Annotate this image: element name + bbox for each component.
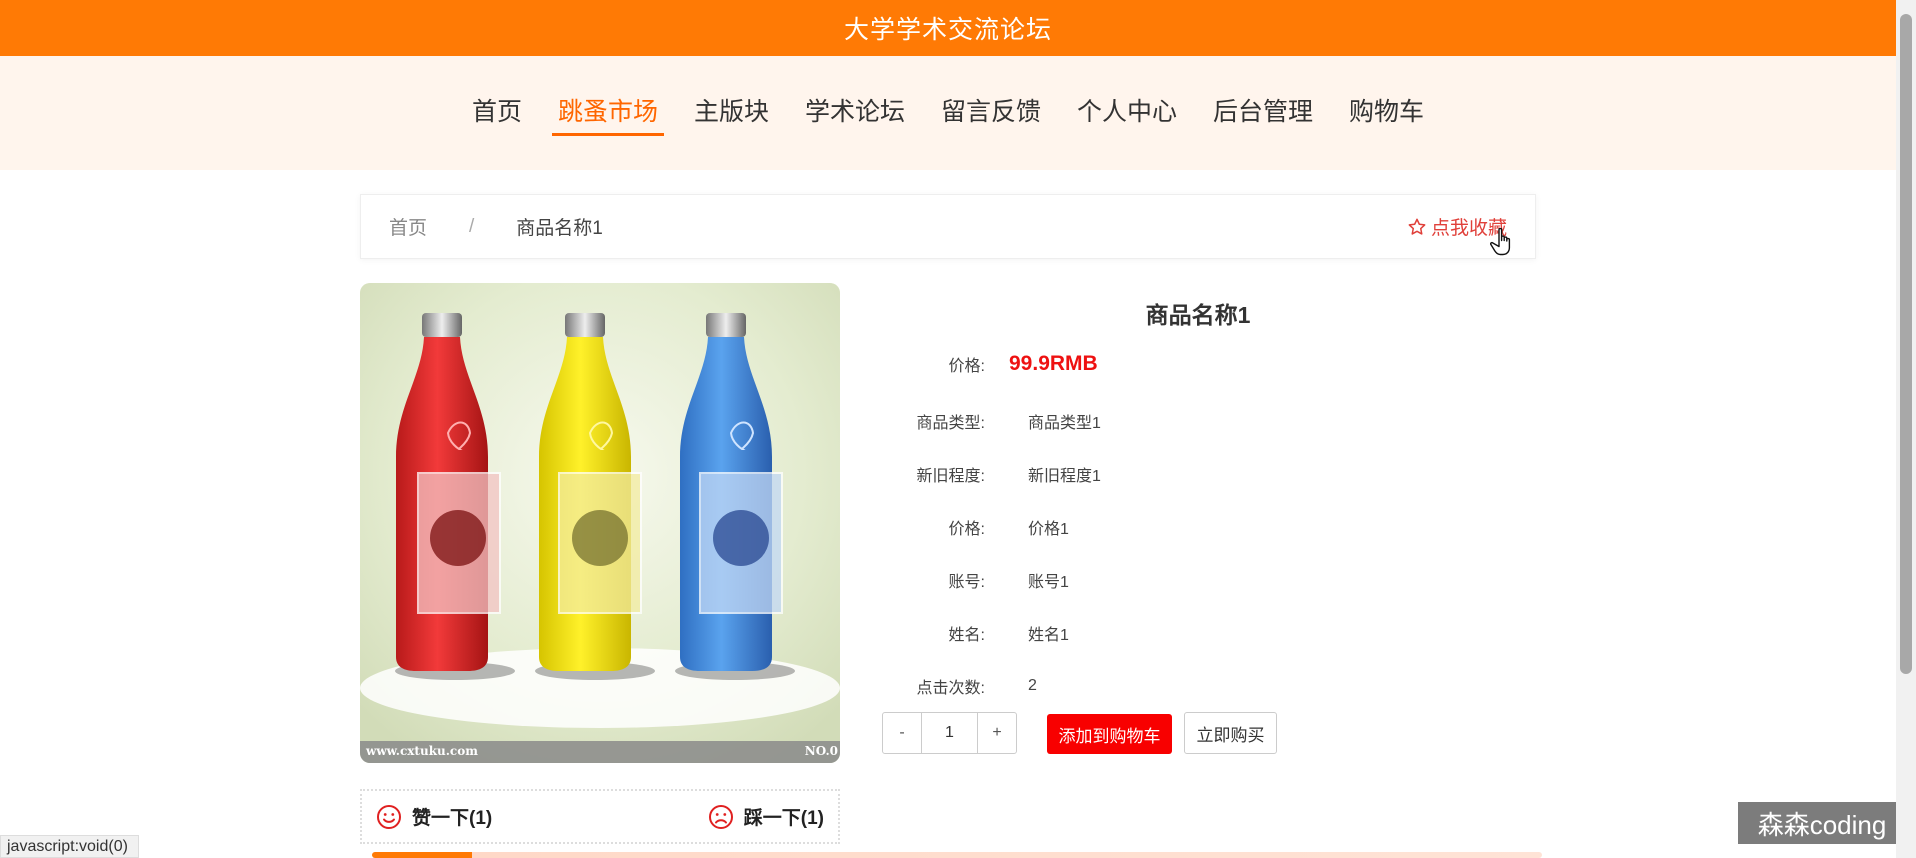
breadcrumb-separator: /: [469, 215, 475, 237]
dislike-button[interactable]: 踩一下(1): [708, 803, 824, 830]
field-value: 姓名1: [1028, 627, 1069, 644]
page: { "header": { "site_title": "大学学术交流论坛" }…: [0, 0, 1916, 858]
field-row-price: 价格: 价格1: [880, 515, 1516, 539]
smile-icon: [377, 804, 401, 829]
field-value: 账号1: [1028, 574, 1069, 591]
nav-item-academic-forum[interactable]: 学术论坛: [787, 91, 923, 136]
nav-item-personal-center[interactable]: 个人中心: [1059, 91, 1195, 136]
nav-item-cart[interactable]: 购物车: [1331, 91, 1442, 136]
add-to-cart-button[interactable]: 添加到购物车: [1047, 714, 1172, 754]
main-nav: 首页 跳蚤市场 主版块 学术论坛 留言反馈 个人中心 后台管理 购物车: [0, 91, 1896, 136]
field-row-condition: 新旧程度: 新旧程度1: [880, 462, 1516, 486]
dislike-label: 踩一下(1): [743, 808, 824, 829]
field-label: 新旧程度:: [916, 468, 985, 485]
breadcrumb-current: 商品名称1: [516, 218, 603, 239]
scrollbar[interactable]: [1896, 0, 1916, 858]
image-caption-left: www.cxtuku.com: [366, 744, 478, 758]
product-image: www.cxtuku.com NO.0: [360, 283, 840, 763]
field-label: 账号:: [948, 574, 985, 591]
field-value: 商品类型1: [1028, 415, 1101, 432]
field-label: 商品类型:: [916, 415, 985, 432]
field-value: 新旧程度1: [1028, 468, 1101, 485]
nav-item-main-board[interactable]: 主版块: [676, 91, 787, 136]
field-row-account: 账号: 账号1: [880, 568, 1516, 592]
star-outline-icon: [1408, 218, 1426, 235]
buy-now-button[interactable]: 立即购买: [1184, 712, 1277, 754]
nav-item-admin[interactable]: 后台管理: [1195, 91, 1331, 136]
product-title: 商品名称1: [1145, 302, 1251, 328]
price-label: 价格:: [948, 358, 985, 375]
like-button[interactable]: 赞一下(1): [376, 803, 492, 830]
field-row-clicks: 点击次数: 2: [880, 674, 1516, 698]
scrollbar-thumb[interactable]: [1900, 14, 1912, 674]
nav-item-home[interactable]: 首页: [454, 91, 540, 136]
field-row-name: 姓名: 姓名1: [880, 621, 1516, 645]
like-label: 赞一下(1): [412, 808, 493, 829]
breadcrumb: 首页 / 商品名称1 点我收藏: [360, 194, 1536, 259]
site-header: 大学学术交流论坛: [0, 0, 1896, 56]
vote-box: 赞一下(1) 踩一下(1): [360, 789, 840, 844]
hand-cursor-icon: [1490, 227, 1511, 256]
field-value: 2: [1028, 677, 1037, 694]
field-value: 价格1: [1028, 521, 1069, 538]
field-label: 点击次数:: [916, 680, 985, 697]
nav-item-flea-market[interactable]: 跳蚤市场: [540, 91, 676, 136]
quantity-input[interactable]: [921, 713, 978, 753]
image-caption-right: NO.0: [804, 744, 838, 758]
quantity-increase-button[interactable]: +: [978, 713, 1016, 753]
breadcrumb-home-link[interactable]: 首页: [389, 213, 427, 240]
field-row-type: 商品类型: 商品类型1: [880, 409, 1516, 433]
site-title: 大学学术交流论坛: [843, 16, 1052, 44]
field-label: 姓名:: [948, 627, 985, 644]
status-bar-url: javascript:void(0): [0, 835, 139, 858]
quantity-stepper: - +: [882, 712, 1017, 754]
field-label: 价格:: [948, 521, 985, 538]
frown-icon: [708, 804, 733, 829]
nav-item-feedback[interactable]: 留言反馈: [923, 91, 1059, 136]
bottom-tab-strip: [372, 852, 1542, 858]
price-row: 价格: 99.9RMB: [880, 352, 1516, 376]
watermark: 森森coding: [1738, 802, 1906, 844]
price-value: 99.9RMB: [1009, 352, 1098, 375]
quantity-decrease-button[interactable]: -: [883, 713, 921, 753]
